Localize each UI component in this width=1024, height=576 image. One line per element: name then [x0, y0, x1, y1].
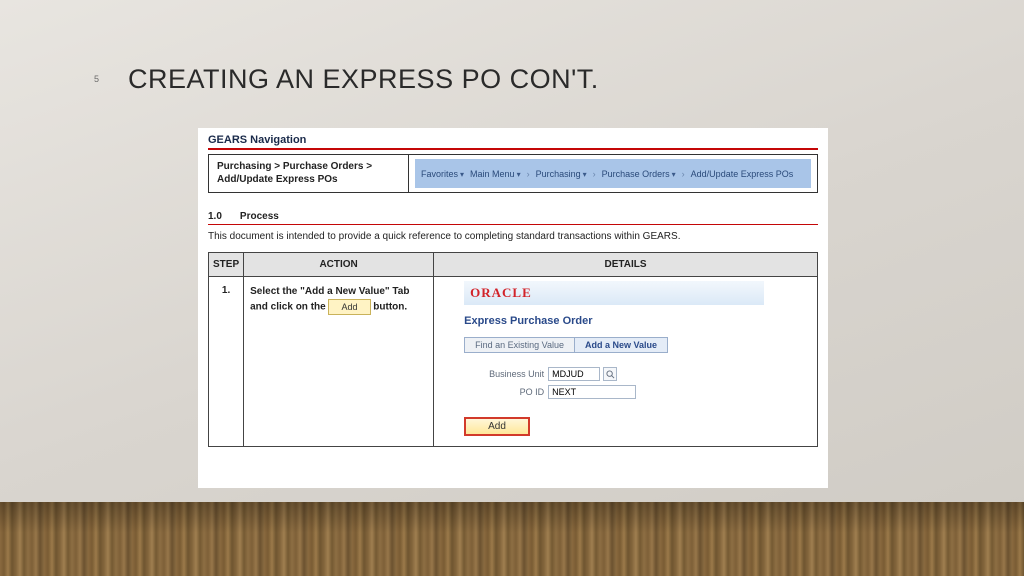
- crumb-add-update-express-pos[interactable]: Add/Update Express POs: [691, 169, 794, 179]
- chevron-right-icon: ›: [527, 169, 530, 179]
- action-text-b: button.: [373, 302, 407, 313]
- tab-add-new-value[interactable]: Add a New Value: [575, 337, 668, 353]
- crumb-main-menu[interactable]: Main Menu▾: [470, 169, 521, 179]
- add-button[interactable]: Add: [464, 417, 530, 436]
- crumb-label: Purchase Orders: [602, 169, 670, 179]
- crumb-favorites[interactable]: Favorites▾: [421, 169, 464, 179]
- po-id-row: PO ID: [464, 385, 809, 399]
- chevron-right-icon: ›: [682, 169, 685, 179]
- table-row: 1. Select the "Add a New Value" Tab and …: [209, 277, 818, 447]
- add-chip-icon: Add: [328, 299, 370, 315]
- slide-title: CREATING AN EXPRESS PO CON'T.: [128, 64, 599, 95]
- caret-down-icon: ▾: [672, 170, 676, 179]
- oracle-header-bar: ORACLE: [464, 281, 764, 305]
- business-unit-label: Business Unit: [464, 369, 544, 379]
- slide-stage: 5 CREATING AN EXPRESS PO CON'T. GEARS Na…: [0, 0, 1024, 576]
- steps-table: STEP ACTION DETAILS 1. Select the "Add a…: [208, 252, 818, 447]
- crumb-label: Purchasing: [536, 169, 581, 179]
- caret-down-icon: ▾: [517, 170, 521, 179]
- section-header: 1.0 Process: [208, 211, 818, 222]
- caret-down-icon: ▾: [583, 170, 587, 179]
- slide-number: 5: [94, 74, 99, 84]
- crumb-purchase-orders[interactable]: Purchase Orders▾: [602, 169, 676, 179]
- business-unit-row: Business Unit: [464, 367, 809, 381]
- navigation-path-text: Purchasing > Purchase Orders > Add/Updat…: [209, 155, 409, 192]
- step-details: ORACLE Express Purchase Order Find an Ex…: [434, 277, 818, 447]
- breadcrumb-bar: Favorites▾ Main Menu▾ › Purchasing▾ › Pu…: [415, 159, 811, 188]
- gears-navigation-heading: GEARS Navigation: [208, 134, 818, 146]
- business-unit-input[interactable]: [548, 367, 600, 381]
- section-title: Process: [240, 211, 279, 222]
- divider: [208, 148, 818, 150]
- divider: [208, 224, 818, 225]
- col-details: DETAILS: [434, 253, 818, 277]
- lookup-icon[interactable]: [603, 367, 617, 381]
- step-action: Select the "Add a New Value" Tab and cli…: [244, 277, 434, 447]
- step-number: 1.: [209, 277, 244, 447]
- po-id-label: PO ID: [464, 387, 544, 397]
- crumb-purchasing[interactable]: Purchasing▾: [536, 169, 587, 179]
- oracle-logo: ORACLE: [470, 285, 532, 300]
- tab-strip: Find an Existing Value Add a New Value: [464, 337, 809, 353]
- po-id-input[interactable]: [548, 385, 636, 399]
- crumb-label: Main Menu: [470, 169, 515, 179]
- navigation-row: Purchasing > Purchase Orders > Add/Updat…: [208, 154, 818, 193]
- chevron-right-icon: ›: [593, 169, 596, 179]
- page-subheading: Express Purchase Order: [464, 315, 809, 327]
- floor-texture: [0, 502, 1024, 576]
- col-step: STEP: [209, 253, 244, 277]
- intro-text: This document is intended to provide a q…: [208, 231, 818, 242]
- col-action: ACTION: [244, 253, 434, 277]
- crumb-label: Favorites: [421, 169, 458, 179]
- document-panel: GEARS Navigation Purchasing > Purchase O…: [198, 128, 828, 488]
- caret-down-icon: ▾: [460, 170, 464, 179]
- tab-find-existing[interactable]: Find an Existing Value: [464, 337, 575, 353]
- section-number: 1.0: [208, 211, 222, 222]
